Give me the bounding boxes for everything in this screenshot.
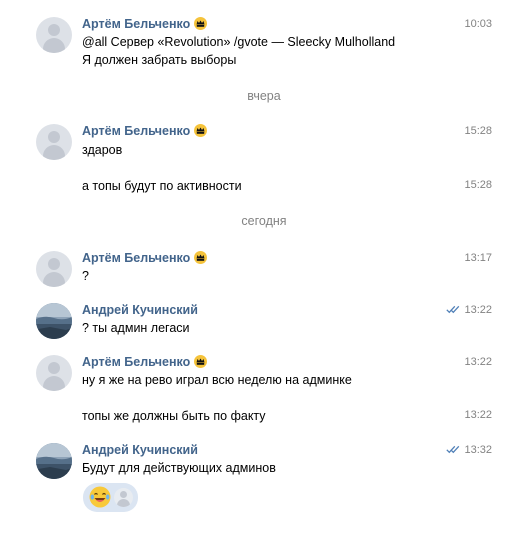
avatar[interactable] — [36, 303, 72, 339]
message-time-value: 13:22 — [464, 304, 492, 316]
message-time: 15:28 — [464, 125, 492, 137]
message-time: 13:22 — [446, 302, 492, 319]
message-text: @all Сервер «Revolution» /gvote — Sleeck… — [82, 35, 396, 49]
message-author[interactable]: Андрей Кучинский — [82, 442, 198, 458]
avatar[interactable] — [36, 17, 72, 53]
message-text: ну я же на рево играл всю неделю на адми… — [82, 373, 352, 387]
reaction-avatar[interactable] — [114, 488, 133, 507]
avatar[interactable] — [36, 124, 72, 160]
message-text: а топы будут по активности — [82, 179, 242, 193]
message-time: 13:22 — [464, 356, 492, 368]
message-text: Я должен забрать выборы — [82, 53, 237, 67]
message-text: здаров — [82, 143, 123, 157]
laughing-emoji-icon — [88, 485, 112, 514]
message-author[interactable]: Артём Бельченко — [82, 123, 208, 141]
crown-icon — [194, 124, 208, 141]
date-divider: вчера — [247, 89, 281, 103]
message-time: 15:28 — [464, 179, 492, 191]
message-time: 10:03 — [464, 18, 492, 30]
chat-history: Артём Бельченко 10:03 @all Сервер «Revol… — [0, 0, 528, 545]
message-author[interactable]: Андрей Кучинский — [82, 302, 198, 318]
crown-icon — [194, 17, 208, 34]
message-author[interactable]: Артём Бельченко — [82, 354, 208, 372]
avatar[interactable] — [36, 443, 72, 479]
message-text: топы же должны быть по факту — [82, 409, 266, 423]
read-checkmarks-icon — [446, 303, 460, 319]
message-time: 13:17 — [464, 252, 492, 264]
message-author[interactable]: Артём Бельченко — [82, 16, 208, 34]
read-checkmarks-icon — [446, 443, 460, 459]
avatar[interactable] — [36, 251, 72, 287]
crown-icon — [194, 251, 208, 268]
message-time-value: 13:32 — [464, 444, 492, 456]
message-time: 13:22 — [464, 409, 492, 421]
message-text: Будут для действующих админов — [82, 461, 276, 475]
message-author[interactable]: Артём Бельченко — [82, 250, 208, 268]
crown-icon — [194, 355, 208, 372]
message-text: ? ты админ легаси — [82, 321, 190, 335]
reaction-badge[interactable] — [83, 483, 138, 512]
date-divider: сегодня — [241, 214, 287, 228]
message-time: 13:32 — [446, 442, 492, 459]
avatar[interactable] — [36, 355, 72, 391]
message-text: ? — [82, 269, 89, 283]
